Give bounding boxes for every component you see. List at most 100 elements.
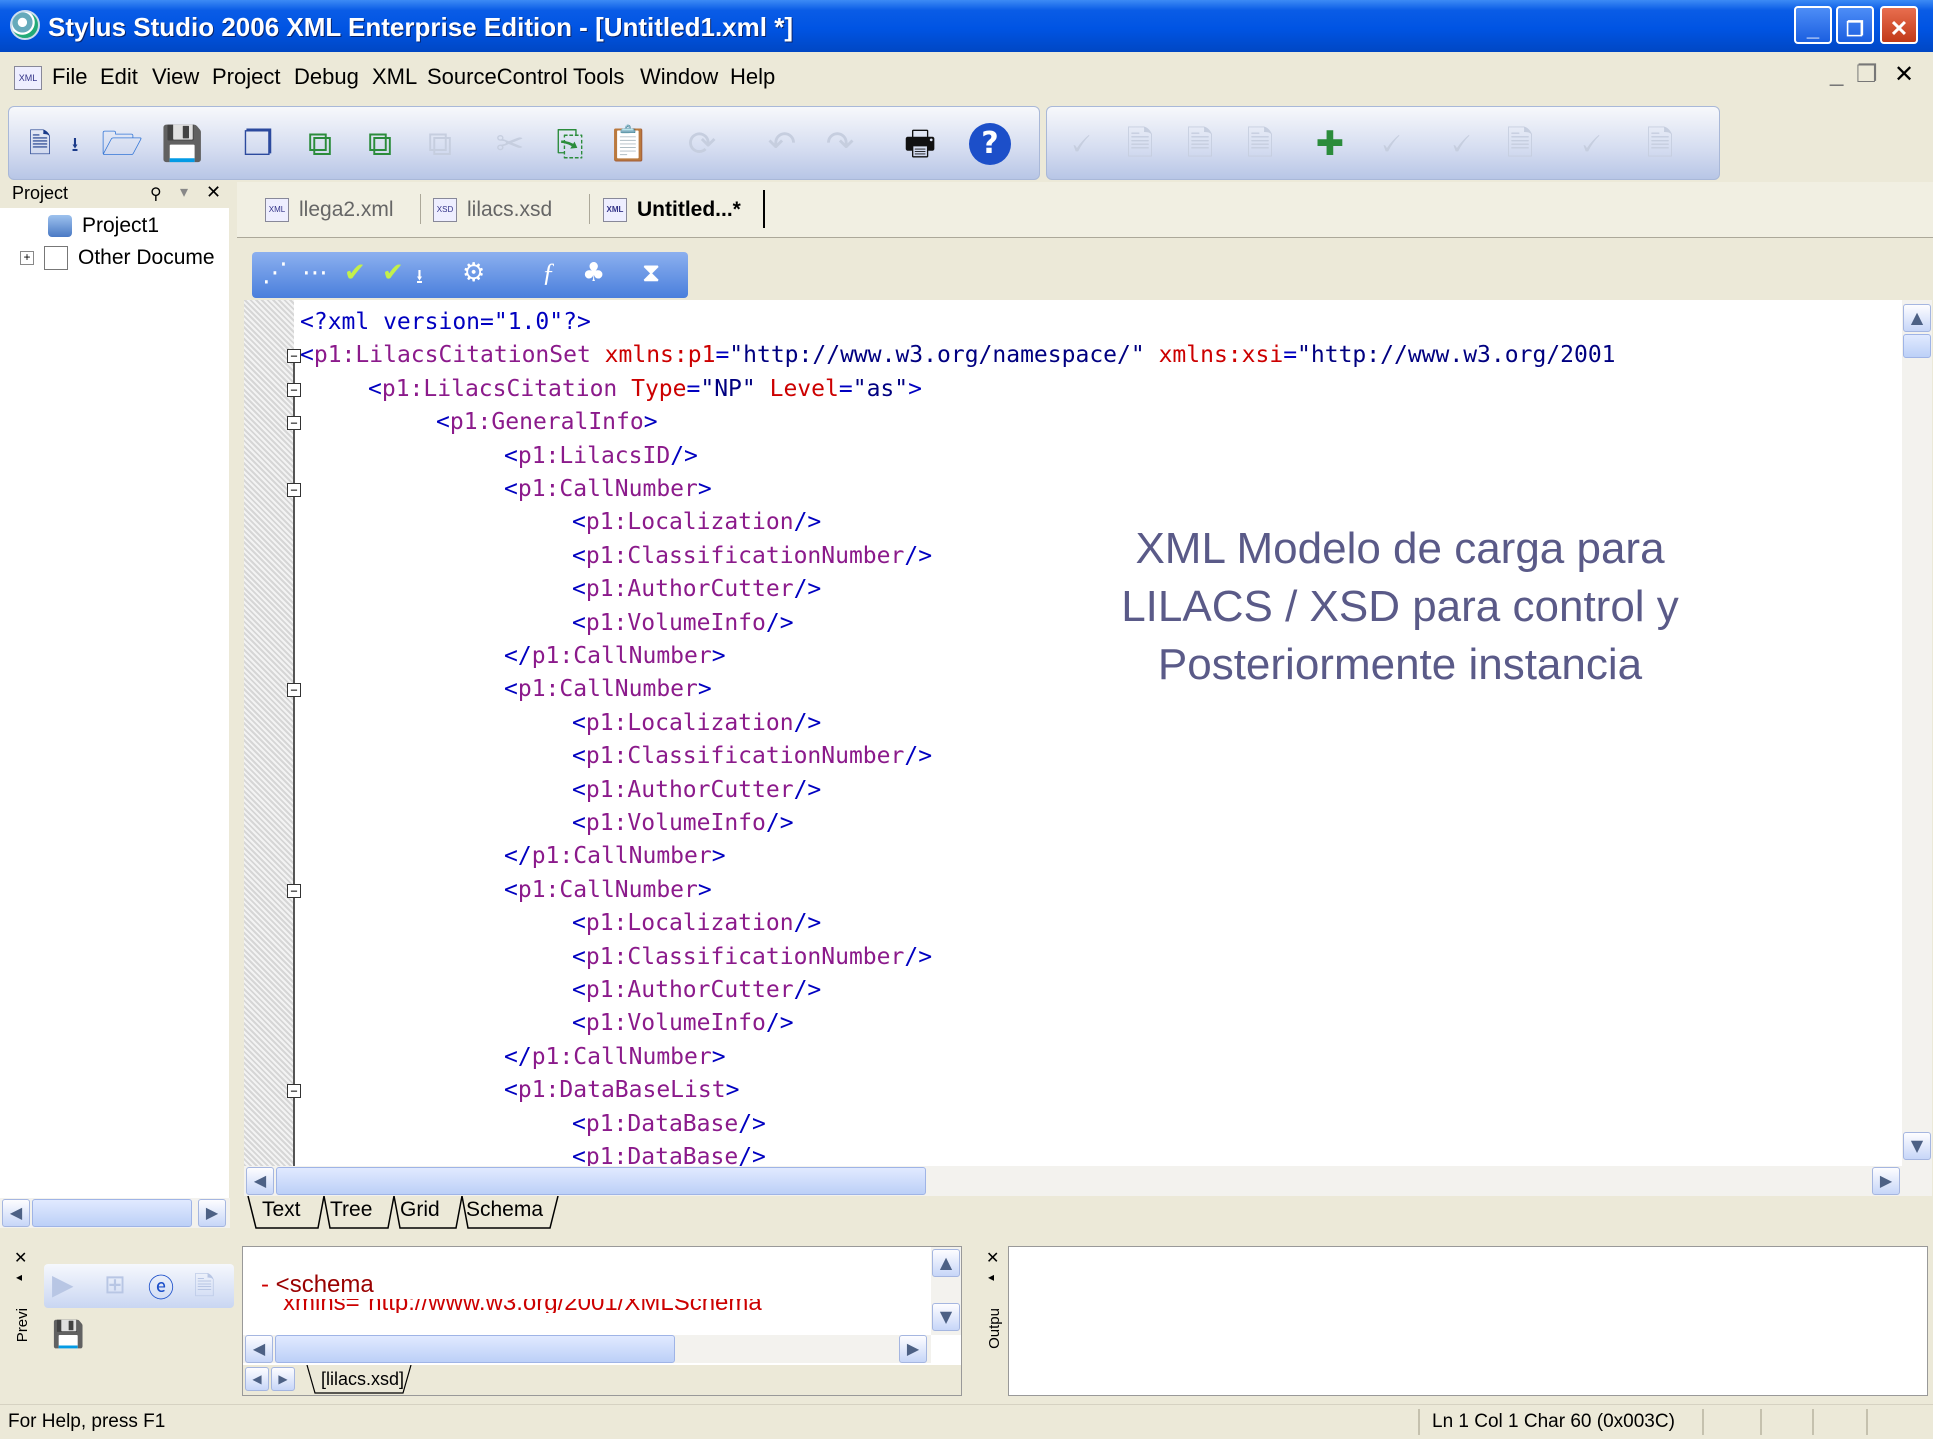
menu-help[interactable]: Help — [730, 64, 775, 90]
minimize-window-button[interactable]: _ — [1794, 6, 1832, 44]
output-content[interactable] — [1008, 1246, 1928, 1396]
fold-toggle-icon[interactable]: − — [287, 883, 301, 898]
code-line[interactable]: </p1:CallNumber> — [504, 640, 726, 673]
paste-icon[interactable]: 📋 — [607, 123, 649, 165]
document-xml-icon[interactable]: XML — [14, 66, 42, 90]
close-output-icon[interactable]: ✕ — [986, 1248, 999, 1267]
tree-item-project1[interactable]: Project1 — [48, 214, 159, 238]
pin-preview-icon[interactable]: ◂ — [16, 1270, 22, 1284]
new-dropdown-icon[interactable]: ⭳ — [65, 123, 85, 165]
code-line[interactable]: <p1:DataBaseList> — [504, 1074, 739, 1107]
validate-dropdown-icon[interactable]: ⭳ — [416, 262, 423, 296]
tree-icon[interactable]: ♣ — [582, 258, 605, 288]
code-line[interactable]: <p1:AuthorCutter/> — [572, 573, 821, 606]
editor-hscrollbar[interactable]: ◀ ▶ — [244, 1166, 1932, 1196]
check-doc-icon[interactable]: 🗸 — [1369, 123, 1411, 165]
code-line[interactable]: <p1:ClassificationNumber/> — [572, 540, 932, 573]
scroll-up-icon[interactable]: ▲ — [932, 1249, 960, 1277]
fold-toggle-icon[interactable]: − — [287, 416, 301, 431]
preview-hscrollbar[interactable]: ◀ ▶ — [243, 1335, 931, 1363]
arrange-icon[interactable]: ⧉ — [419, 123, 461, 165]
fold-toggle-icon[interactable]: − — [287, 349, 301, 364]
settings-icon[interactable]: ⚙ — [462, 258, 485, 288]
code-line[interactable]: <p1:AuthorCutter/> — [572, 774, 821, 807]
code-line[interactable]: <p1:CallNumber> — [504, 473, 712, 506]
code-line[interactable]: <p1:ClassificationNumber/> — [572, 941, 932, 974]
code-line[interactable]: <?xml version="1.0"?> — [300, 306, 591, 339]
menu-xml[interactable]: XML — [372, 64, 417, 90]
xml-doc-3-icon[interactable]: 🗎 — [1239, 123, 1281, 165]
fold-toggle-icon[interactable]: − — [287, 1084, 301, 1099]
text-view-icon[interactable]: 🗎 — [194, 1268, 215, 1312]
check-doc-3-icon[interactable]: 🗸 — [1569, 123, 1611, 165]
refresh-icon[interactable]: ⟳ — [681, 123, 723, 165]
menu-project[interactable]: Project — [212, 64, 280, 90]
code-line[interactable]: <p1:CallNumber> — [504, 874, 712, 907]
cascade-icon[interactable]: ⧉ — [299, 123, 341, 165]
fold-toggle-icon[interactable]: − — [287, 683, 301, 698]
code-line[interactable]: <p1:VolumeInfo/> — [572, 607, 794, 640]
code-line[interactable]: <p1:Localization/> — [572, 506, 821, 539]
open-folder-icon[interactable]: 🗁 — [101, 123, 143, 165]
validate-document-icon[interactable]: ✔ — [382, 258, 404, 288]
code-line[interactable]: <p1:Localization/> — [572, 707, 821, 740]
code-lines[interactable]: <?xml version="1.0"?> <p1:LilacsCitationS… — [300, 306, 1900, 1166]
menu-edit[interactable]: Edit — [100, 64, 138, 90]
tree-item-other-documents[interactable]: + Other Docume — [20, 246, 215, 271]
scroll-left-icon[interactable]: ◀ — [246, 1167, 274, 1195]
menu-file[interactable]: File — [52, 64, 87, 90]
menu-window[interactable]: Window — [640, 64, 718, 90]
undo-icon[interactable]: ↶ — [761, 123, 803, 165]
pin-icon[interactable]: ⚲ — [150, 184, 162, 203]
scroll-right-icon[interactable]: ▶ — [198, 1199, 226, 1227]
save-output-icon[interactable]: 💾 — [52, 1320, 84, 1350]
code-line[interactable]: <p1:DataBase/> — [572, 1141, 766, 1166]
fold-toggle-icon[interactable]: − — [287, 382, 301, 397]
code-line[interactable]: <p1:DataBase/> — [572, 1108, 766, 1141]
close-window-button[interactable]: ✕ — [1880, 6, 1918, 44]
scroll-right-icon[interactable]: ▶ — [899, 1335, 927, 1363]
code-line[interactable]: <p1:LilacsID/> — [504, 440, 698, 473]
menu-debug[interactable]: Debug — [294, 64, 359, 90]
tab-lilacs-xsd[interactable]: XSD lilacs.xsd — [433, 198, 552, 223]
tile-icon[interactable]: ⧉ — [359, 123, 401, 165]
stylus-studio-app-icon[interactable] — [10, 10, 40, 40]
menu-tools[interactable]: Tools — [573, 64, 624, 90]
mdi-close-icon[interactable]: ✕ — [1894, 60, 1914, 89]
doc-icon[interactable]: 🗎 — [1499, 123, 1541, 165]
validate-icon[interactable]: 🗸 — [1059, 123, 1101, 165]
panel-menu-icon[interactable]: ▾ — [180, 182, 188, 201]
cut-icon[interactable]: ✂ — [489, 123, 531, 165]
tab-scroll-left-icon[interactable]: ◀ — [245, 1367, 269, 1391]
save-icon[interactable]: 💾 — [161, 123, 203, 165]
exe-icon[interactable]: 🗎 — [1639, 123, 1681, 165]
mdi-restore-icon[interactable]: ❐ — [1856, 60, 1878, 89]
close-panel-icon[interactable]: ✕ — [206, 182, 221, 203]
split-view-icon[interactable]: ⊞ — [104, 1270, 126, 1300]
menu-sourcecontrol[interactable]: SourceControl — [427, 64, 568, 90]
xml-doc-2-icon[interactable]: 🗎 — [1179, 123, 1221, 165]
close-preview-icon[interactable]: ✕ — [14, 1248, 27, 1267]
print-icon[interactable]: 🖶 — [899, 123, 941, 165]
function-icon[interactable]: ƒ — [542, 258, 555, 288]
code-line[interactable]: <p1:CallNumber> — [504, 673, 712, 706]
editor-vscrollbar[interactable]: ▲ ▼ — [1902, 300, 1932, 1166]
scroll-down-icon[interactable]: ▼ — [932, 1303, 960, 1331]
pin-output-icon[interactable]: ◂ — [988, 1270, 994, 1284]
scroll-thumb[interactable] — [276, 1167, 926, 1195]
check-doc-2-icon[interactable]: 🗸 — [1439, 123, 1481, 165]
check-wellformed-icon[interactable]: ✔ — [344, 258, 366, 288]
fold-toggle-icon[interactable]: − — [287, 483, 301, 497]
bookmark-icon[interactable]: ⧗ — [642, 258, 660, 289]
code-line[interactable]: </p1:CallNumber> — [504, 1041, 726, 1074]
scroll-left-icon[interactable]: ◀ — [245, 1335, 273, 1363]
add-check-icon[interactable]: ✚ — [1309, 123, 1351, 165]
browser-icon[interactable]: ⓔ — [148, 1268, 174, 1305]
menu-view[interactable]: View — [152, 64, 199, 90]
scroll-left-icon[interactable]: ◀ — [2, 1199, 30, 1227]
xml-doc-icon[interactable]: 🗎 — [1119, 123, 1161, 165]
code-line[interactable]: <p1:LilacsCitationSet xmlns:p1="http://w… — [300, 339, 1616, 372]
indent-icon[interactable]: ⋰ — [262, 258, 288, 288]
copy-icon[interactable]: ⎘ — [549, 123, 591, 165]
restore-window-button[interactable]: ❐ — [1836, 6, 1874, 44]
